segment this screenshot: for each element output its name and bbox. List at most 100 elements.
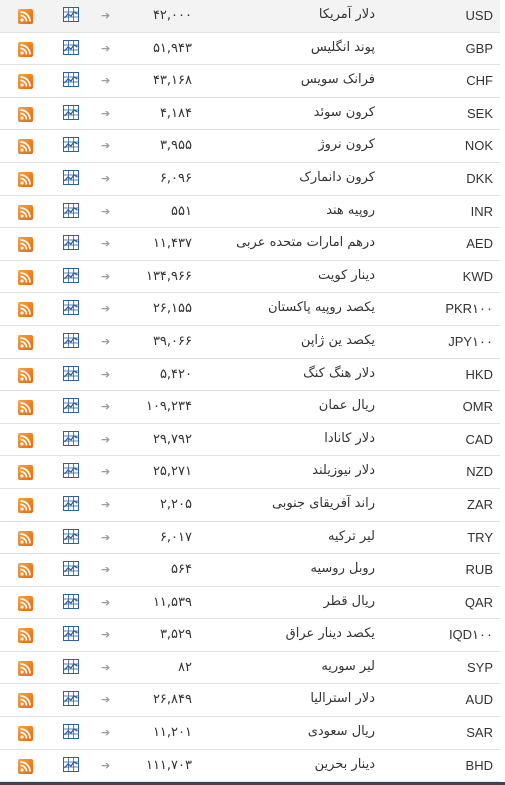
chart-icon[interactable] bbox=[63, 7, 79, 22]
table-row: ➔ ۶,۰۹۶ کرون دانمارک DKK bbox=[0, 163, 500, 196]
rss-feed-icon[interactable] bbox=[18, 693, 33, 709]
rate-value: ۸۲ bbox=[178, 659, 192, 675]
rss-feed-icon[interactable] bbox=[18, 334, 33, 350]
rss-feed-icon[interactable] bbox=[18, 302, 33, 318]
rss-feed-icon[interactable] bbox=[18, 660, 33, 676]
currency-name[interactable]: دینار بحرین bbox=[315, 756, 375, 774]
rss-feed-icon[interactable] bbox=[18, 465, 33, 481]
chart-icon[interactable] bbox=[63, 593, 79, 609]
currency-code: NOK bbox=[464, 138, 493, 154]
rss-feed-icon[interactable] bbox=[18, 171, 33, 187]
chart-icon[interactable] bbox=[63, 658, 79, 674]
rss-feed-icon[interactable] bbox=[18, 628, 33, 644]
table-row: ➔ ۳,۹۵۵ کرون نروژ NOK bbox=[0, 130, 500, 163]
currency-name[interactable]: دینار کویت bbox=[318, 267, 375, 285]
currency-name[interactable]: پوند انگلیس bbox=[311, 39, 375, 57]
rss-feed-icon[interactable] bbox=[18, 139, 33, 155]
chart-icon[interactable] bbox=[63, 561, 79, 577]
currency-name[interactable]: دلار آمریکا bbox=[319, 6, 375, 24]
currency-name[interactable]: دلار کانادا bbox=[324, 430, 375, 448]
currency-name[interactable]: یکصد روپیه پاکستان bbox=[268, 299, 375, 317]
arrow-right-icon: ➔ bbox=[101, 497, 111, 511]
chart-icon[interactable] bbox=[63, 724, 79, 740]
currency-name[interactable]: یکصد دینار عراق bbox=[286, 625, 375, 643]
rate-value: ۱۰۹,۲۳۴ bbox=[145, 399, 192, 415]
table-row: ➔ ۶,۰۱۷ لیر ترکیه TRY bbox=[0, 522, 500, 555]
currency-name[interactable]: روبل روسیه bbox=[311, 560, 376, 578]
rate-value: ۱۳۴,۹۶۶ bbox=[145, 268, 192, 284]
currency-code: DKK bbox=[466, 170, 493, 186]
chart-icon[interactable] bbox=[63, 626, 79, 642]
rss-feed-icon[interactable] bbox=[18, 530, 33, 546]
arrow-right-icon: ➔ bbox=[101, 334, 111, 348]
currency-name[interactable]: کرون نروژ bbox=[318, 136, 375, 154]
currency-code: RUB bbox=[465, 562, 493, 578]
rss-feed-icon[interactable] bbox=[18, 41, 33, 57]
arrow-right-icon: ➔ bbox=[101, 726, 111, 740]
chart-icon[interactable] bbox=[63, 365, 79, 381]
chart-icon[interactable] bbox=[63, 267, 79, 283]
currency-name[interactable]: یکصد ین ژاپن bbox=[301, 332, 375, 350]
chart-icon[interactable] bbox=[63, 528, 79, 544]
currency-name[interactable]: درهم امارات متحده عربی bbox=[236, 234, 375, 252]
rss-feed-icon[interactable] bbox=[18, 563, 33, 579]
currency-name[interactable]: راند آفریقای جنوبی bbox=[272, 495, 375, 513]
chart-icon[interactable] bbox=[63, 398, 79, 414]
rate-value: ۴,۱۸۴ bbox=[159, 105, 192, 121]
table-row: ➔ ۱۱۱,۷۰۳ دینار بحرین BHD bbox=[0, 750, 500, 783]
rss-feed-icon[interactable] bbox=[18, 74, 33, 90]
arrow-right-icon: ➔ bbox=[101, 530, 111, 544]
table-row: ➔ ۵۱,۹۴۳ پوند انگلیس GBP bbox=[0, 33, 500, 66]
currency-code: SYP bbox=[466, 659, 493, 675]
rss-feed-icon[interactable] bbox=[18, 269, 33, 285]
chart-icon[interactable] bbox=[63, 137, 79, 153]
rss-feed-icon[interactable] bbox=[18, 497, 33, 513]
table-row: ➔ ۱۳۴,۹۶۶ دینار کویت KWD bbox=[0, 261, 500, 294]
table-row: ➔ ۵,۴۲۰ دلار هنگ کنگ HKD bbox=[0, 359, 500, 392]
currency-name[interactable]: روپیه هند bbox=[326, 202, 375, 220]
rss-feed-icon[interactable] bbox=[18, 758, 33, 774]
currency-name[interactable]: کرون دانمارک bbox=[299, 169, 375, 187]
rss-feed-icon[interactable] bbox=[18, 400, 33, 416]
chart-icon[interactable] bbox=[63, 430, 79, 446]
table-row: ➔ ۴۳,۱۶۸ فرانک سویس CHF bbox=[0, 65, 500, 98]
rss-feed-icon[interactable] bbox=[18, 595, 33, 611]
currency-code: IQD۱۰۰ bbox=[448, 627, 493, 643]
chart-icon[interactable] bbox=[63, 300, 79, 316]
currency-name[interactable]: کرون سوئد bbox=[314, 104, 375, 122]
arrow-right-icon: ➔ bbox=[101, 74, 111, 88]
rss-feed-icon[interactable] bbox=[18, 106, 33, 122]
currency-name[interactable]: ریال سعودی bbox=[308, 723, 375, 741]
chart-icon[interactable] bbox=[63, 39, 79, 55]
chart-icon[interactable] bbox=[63, 756, 79, 772]
rate-value: ۲,۲۰۵ bbox=[159, 496, 192, 512]
currency-name[interactable]: دلار هنگ کنگ bbox=[303, 365, 375, 383]
table-row: ➔ ۴,۱۸۴ کرون سوئد SEK bbox=[0, 98, 500, 131]
rss-feed-icon[interactable] bbox=[18, 9, 33, 24]
currency-name[interactable]: لیر سوریه bbox=[321, 658, 375, 676]
chart-icon[interactable] bbox=[63, 169, 79, 185]
currency-name[interactable]: ریال عمان bbox=[319, 397, 375, 415]
chart-icon[interactable] bbox=[63, 104, 79, 120]
chart-icon[interactable] bbox=[63, 463, 79, 479]
currency-name[interactable]: دلار نیوزیلند bbox=[312, 462, 375, 480]
table-row: ➔ ۱۱,۴۳۷ درهم امارات متحده عربی AED bbox=[0, 228, 500, 261]
currency-name[interactable]: لیر ترکیه bbox=[328, 528, 375, 546]
chart-icon[interactable] bbox=[63, 72, 79, 88]
chart-icon[interactable] bbox=[63, 235, 79, 251]
rss-feed-icon[interactable] bbox=[18, 237, 33, 253]
currency-name[interactable]: دلار استرالیا bbox=[310, 690, 375, 708]
rss-feed-icon[interactable] bbox=[18, 726, 33, 742]
currency-name[interactable]: ریال قطر bbox=[324, 593, 376, 611]
currency-code: SEK bbox=[466, 105, 493, 121]
rss-feed-icon[interactable] bbox=[18, 432, 33, 448]
currency-name[interactable]: فرانک سویس bbox=[301, 71, 375, 89]
chart-icon[interactable] bbox=[63, 691, 79, 707]
rss-feed-icon[interactable] bbox=[18, 204, 33, 220]
chart-icon[interactable] bbox=[63, 495, 79, 511]
rate-value: ۵,۴۲۰ bbox=[159, 366, 192, 382]
chart-icon[interactable] bbox=[63, 332, 79, 348]
rss-feed-icon[interactable] bbox=[18, 367, 33, 383]
chart-icon[interactable] bbox=[63, 202, 79, 218]
arrow-right-icon: ➔ bbox=[101, 302, 111, 316]
